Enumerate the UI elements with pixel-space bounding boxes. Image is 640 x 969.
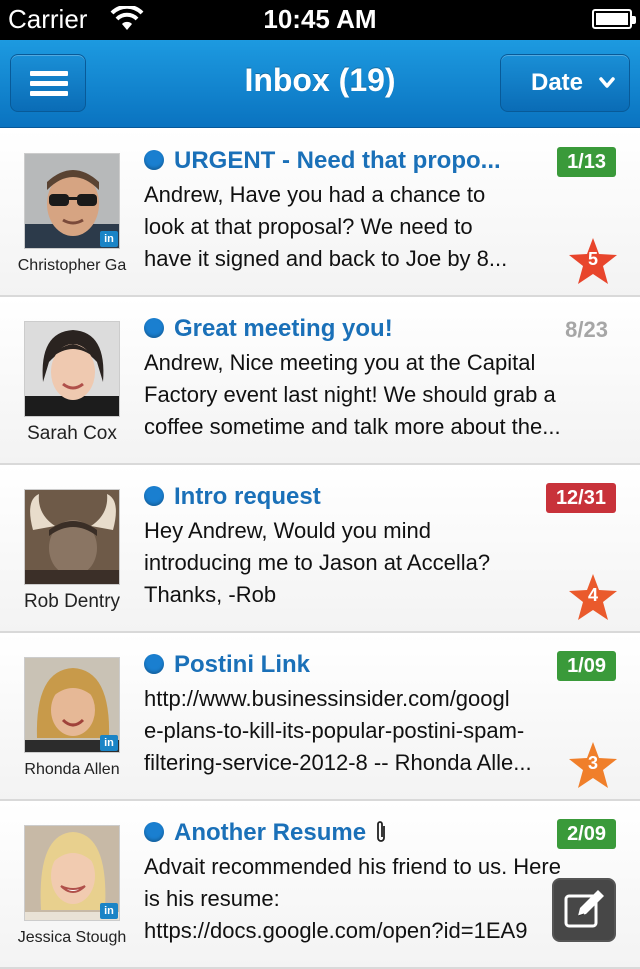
linkedin-icon: in	[100, 735, 118, 751]
message-preview: Advait recommended his friend to us. Her…	[144, 854, 561, 943]
priority-count: 5	[587, 249, 598, 269]
avatar	[24, 489, 120, 585]
avatar	[24, 321, 120, 417]
unread-dot-icon	[144, 150, 164, 170]
message-row[interactable]: in Rhonda Allen Postini Link http://www.…	[0, 633, 640, 801]
message-preview: Andrew, Nice meeting you at the Capital …	[144, 350, 561, 439]
clock: 10:45 AM	[263, 4, 377, 34]
message-row[interactable]: in Christopher Ga URGENT - Need that pro…	[0, 129, 640, 297]
battery-icon	[592, 9, 636, 29]
attachment-icon	[377, 821, 385, 842]
priority-star-icon[interactable]: 4	[568, 573, 618, 621]
avatar: in	[24, 657, 120, 753]
sender-name: Sarah Cox	[27, 423, 117, 444]
priority-count: 3	[587, 753, 598, 773]
avatar: in	[24, 825, 120, 921]
message-subject: Postini Link	[174, 651, 311, 678]
sender-name: Rhonda Allen	[24, 761, 120, 778]
message-subject: Intro request	[174, 483, 321, 510]
compose-button[interactable]	[552, 878, 616, 942]
priority-star-icon[interactable]: 3	[568, 741, 618, 789]
date-badge: 1/13	[557, 147, 616, 177]
chevron-down-icon	[599, 77, 615, 88]
message-row[interactable]: in Jessica Stough Another Resume Advait …	[0, 801, 640, 969]
sender-name: Jessica Stough	[17, 929, 127, 946]
linkedin-icon: in	[100, 231, 118, 247]
message-preview: Andrew, Have you had a chance to look at…	[144, 182, 508, 271]
unread-dot-icon	[144, 486, 164, 506]
sender-name: Rob Dentry	[23, 591, 121, 612]
unread-dot-icon	[144, 654, 164, 674]
message-list: in Christopher Ga URGENT - Need that pro…	[0, 129, 640, 969]
sender-name: Christopher Ga	[17, 257, 127, 274]
avatar-photo	[25, 490, 119, 584]
avatar-photo	[25, 322, 119, 416]
status-bar: Carrier 10:45 AM	[0, 0, 640, 40]
message-subject: Another Resume	[174, 819, 544, 847]
date-badge: 12/31	[545, 483, 616, 513]
unread-dot-icon	[144, 822, 164, 842]
priority-count: 4	[587, 585, 598, 605]
message-preview: Hey Andrew, Would you mind introducing m…	[144, 518, 491, 607]
message-subject: Great meeting you!	[174, 315, 393, 342]
sort-date-label: Date	[531, 69, 584, 96]
date-label: 8/23	[565, 317, 608, 342]
priority-star-icon[interactable]: 5	[568, 237, 618, 285]
date-badge: 1/09	[557, 651, 616, 681]
date-badge: 2/09	[557, 819, 616, 849]
avatar: in	[24, 153, 120, 249]
compose-icon	[564, 890, 604, 928]
sort-date-button[interactable]: Date	[500, 54, 630, 112]
nav-bar: Inbox (19) Date	[0, 40, 640, 128]
message-row[interactable]: Rob Dentry Intro request Hey Andrew, Wou…	[0, 465, 640, 633]
message-row[interactable]: Sarah Cox Great meeting you! Andrew, Nic…	[0, 297, 640, 465]
message-subject: URGENT - Need that propo...	[174, 147, 501, 174]
linkedin-icon: in	[100, 903, 118, 919]
unread-dot-icon	[144, 318, 164, 338]
message-preview: http://www.businessinsider.com/googl e-p…	[144, 686, 532, 775]
